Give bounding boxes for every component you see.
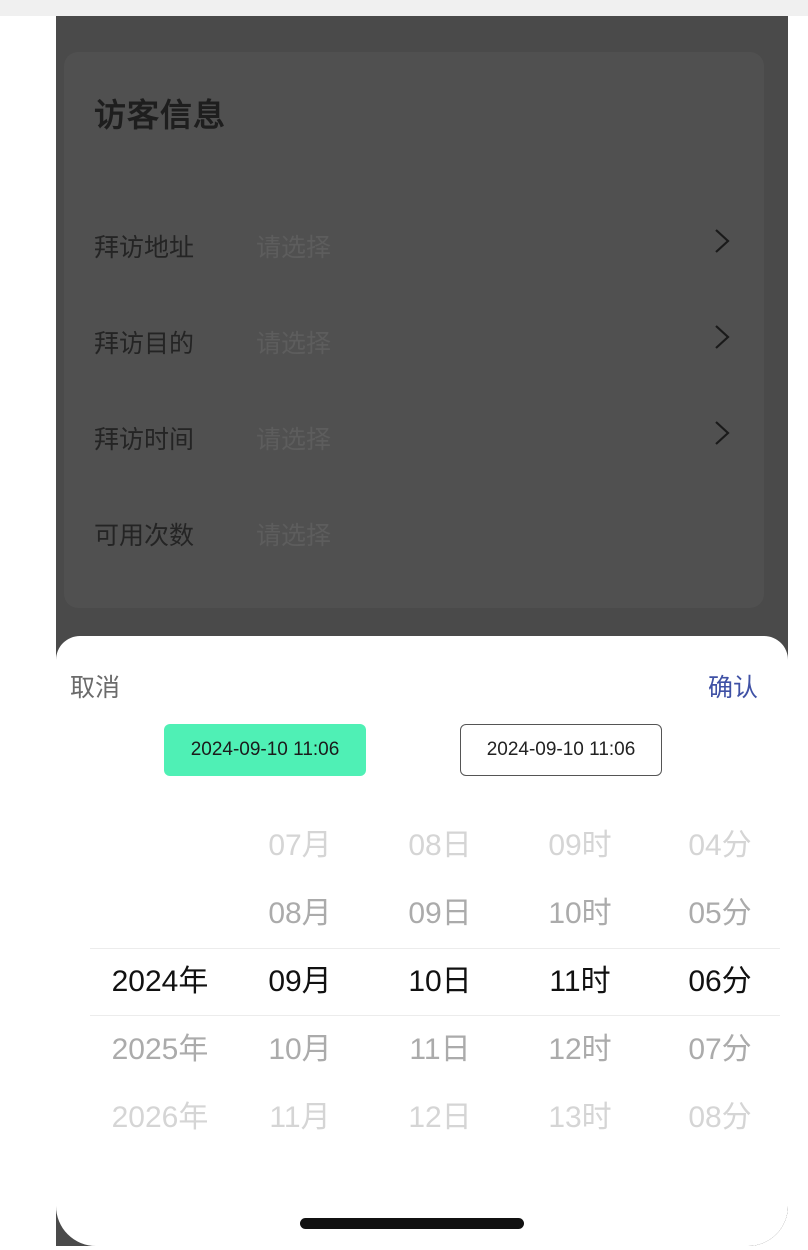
row-placeholder: 请选择 bbox=[256, 426, 332, 454]
picker-option-selected[interactable]: 10日 bbox=[370, 948, 510, 1016]
chevron-right-icon[interactable] bbox=[710, 418, 734, 448]
tab-start-time[interactable]: 2024-09-10 11:06 bbox=[164, 724, 366, 776]
phone-screen: 访客信息 拜访地址 请选择 拜访目的 请选择 拜访时间 请选择 可用次数 请选择 bbox=[56, 16, 788, 1246]
picker-option[interactable]: 07分 bbox=[650, 1016, 788, 1084]
row-label: 可用次数 bbox=[94, 522, 195, 550]
row-placeholder: 请选择 bbox=[256, 330, 332, 358]
picker-option[interactable]: 04分 bbox=[650, 812, 788, 880]
row-label: 拜访目的 bbox=[94, 330, 195, 358]
tab-end-time[interactable]: 2024-09-10 11:06 bbox=[460, 724, 662, 776]
picker-option[interactable]: 2026年 bbox=[90, 1084, 230, 1152]
row-label: 拜访地址 bbox=[94, 234, 195, 262]
picker-option[interactable]: 12日 bbox=[370, 1084, 510, 1152]
picker-option[interactable] bbox=[90, 812, 230, 880]
picker-option[interactable]: 12时 bbox=[510, 1016, 650, 1084]
row-visit-address[interactable]: 拜访地址 请选择 bbox=[94, 222, 734, 262]
row-placeholder: 请选择 bbox=[256, 234, 332, 262]
picker-option-selected[interactable]: 06分 bbox=[650, 948, 788, 1016]
row-label: 拜访时间 bbox=[94, 426, 195, 454]
picker-option[interactable]: 08月 bbox=[230, 880, 370, 948]
picker-option-selected[interactable]: 2024年 bbox=[90, 948, 230, 1016]
home-indicator bbox=[300, 1218, 524, 1229]
picker-option[interactable] bbox=[90, 880, 230, 948]
picker-option-selected[interactable]: 09月 bbox=[230, 948, 370, 1016]
row-visit-purpose[interactable]: 拜访目的 请选择 bbox=[94, 318, 734, 358]
picker-option[interactable]: 05分 bbox=[650, 880, 788, 948]
card-title: 访客信息 bbox=[94, 97, 227, 133]
right-margin bbox=[788, 16, 808, 1250]
row-usage-count[interactable]: 可用次数 请选择 bbox=[94, 510, 734, 550]
picker-option[interactable]: 07月 bbox=[230, 812, 370, 880]
picker-option[interactable]: 08日 bbox=[370, 812, 510, 880]
cancel-button[interactable]: 取消 bbox=[70, 668, 120, 704]
datetime-picker[interactable]: 2024年 2025年 2026年 07月 08月 09月 10月 11月 08… bbox=[90, 812, 780, 1152]
chevron-right-icon[interactable] bbox=[710, 226, 734, 256]
visitor-info-card: 访客信息 拜访地址 请选择 拜访目的 请选择 拜访时间 请选择 可用次数 请选择 bbox=[64, 52, 764, 608]
confirm-button[interactable]: 确认 bbox=[708, 668, 758, 704]
top-bar bbox=[0, 0, 808, 16]
row-visit-time[interactable]: 拜访时间 请选择 bbox=[94, 414, 734, 454]
row-placeholder: 请选择 bbox=[256, 522, 332, 550]
left-margin bbox=[0, 16, 56, 1250]
chevron-right-icon[interactable] bbox=[710, 322, 734, 352]
picker-option[interactable]: 09日 bbox=[370, 880, 510, 948]
picker-option[interactable]: 09时 bbox=[510, 812, 650, 880]
picker-option[interactable]: 11日 bbox=[370, 1016, 510, 1084]
picker-option[interactable]: 10月 bbox=[230, 1016, 370, 1084]
picker-option[interactable]: 11月 bbox=[230, 1084, 370, 1152]
picker-option[interactable]: 08分 bbox=[650, 1084, 788, 1152]
picker-option[interactable]: 10时 bbox=[510, 880, 650, 948]
picker-option-selected[interactable]: 11时 bbox=[510, 948, 650, 1016]
picker-option[interactable]: 2025年 bbox=[90, 1016, 230, 1084]
picker-option[interactable]: 13时 bbox=[510, 1084, 650, 1152]
datetime-picker-sheet: 取消 确认 2024-09-10 11:06 2024-09-10 11:06 … bbox=[56, 636, 788, 1246]
